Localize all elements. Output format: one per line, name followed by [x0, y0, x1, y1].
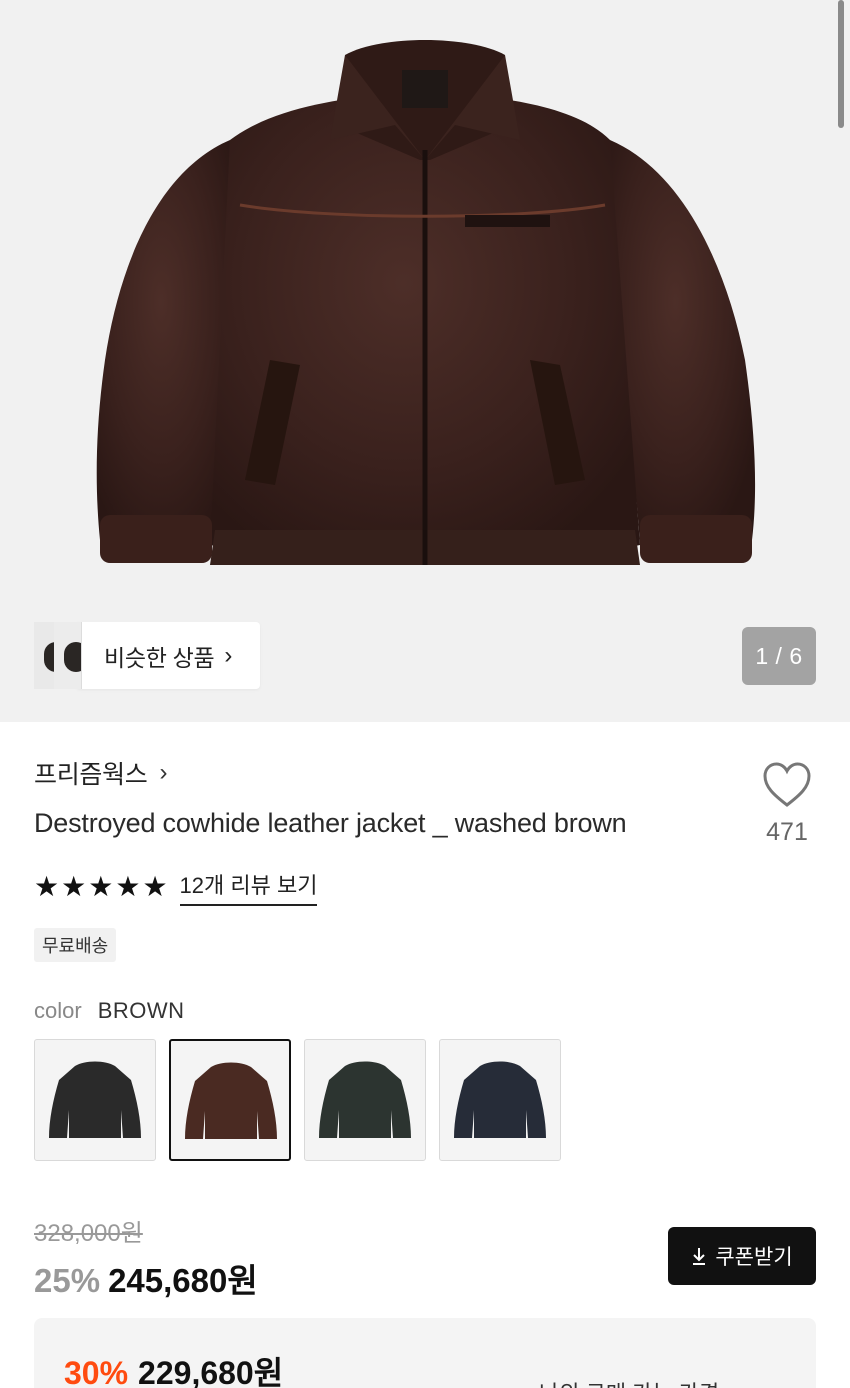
color-swatch-green[interactable]	[304, 1039, 426, 1161]
product-title: Destroyed cowhide leather jacket _ washe…	[34, 808, 627, 838]
image-counter: 1 / 6	[742, 627, 816, 685]
swatch-jacket-image	[319, 1061, 411, 1138]
best-discount-rate: 30%	[64, 1355, 129, 1388]
color-swatches	[34, 1039, 561, 1161]
like-count: 471	[766, 818, 808, 846]
my-price-label: 나의 구매 가능 가격	[539, 1376, 719, 1388]
original-price: 328,000원	[34, 1220, 143, 1247]
star-icon: ★	[61, 871, 87, 902]
similar-thumbnail	[54, 622, 82, 689]
sale-price: 245,680원	[108, 1262, 258, 1299]
color-swatch-navy[interactable]	[439, 1039, 561, 1161]
like-button[interactable]: 471	[755, 762, 819, 847]
swatch-jacket-image	[185, 1062, 277, 1139]
star-icon: ★	[142, 871, 168, 902]
page-scrollbar[interactable]	[838, 0, 844, 128]
discount-rate: 25%	[34, 1262, 101, 1299]
best-price-box: 30% 229,680원 나의 구매 가능 가격 ⌄	[34, 1318, 816, 1388]
color-swatch-brown[interactable]	[169, 1039, 291, 1161]
review-link[interactable]: 12개 리뷰 보기	[179, 868, 318, 906]
star-icon: ★	[88, 871, 114, 902]
color-swatch-black[interactable]	[34, 1039, 156, 1161]
rating-row: ★ ★ ★ ★ ★ 12개 리뷰 보기	[34, 868, 318, 906]
coupon-button[interactable]: 쿠폰받기	[668, 1227, 816, 1285]
free-shipping-badge: 무료배송	[34, 928, 117, 962]
product-image	[96, 40, 756, 565]
heart-icon	[763, 762, 811, 807]
color-option-row: color BROWN	[34, 998, 185, 1024]
download-icon	[693, 1248, 706, 1265]
star-icon: ★	[115, 871, 141, 902]
similar-products-chip[interactable]: 비슷한 상품 ›	[34, 622, 261, 689]
swatch-jacket-image	[49, 1061, 141, 1138]
best-price-row: 30% 229,680원	[64, 1348, 283, 1388]
chevron-right-icon: ›	[224, 641, 233, 669]
similar-thumbnails	[34, 622, 82, 689]
product-gallery[interactable]: 비슷한 상품 › 1 / 6	[0, 0, 850, 722]
color-value: BROWN	[97, 998, 185, 1023]
rating-stars: ★ ★ ★ ★ ★	[34, 873, 168, 901]
color-label: color	[34, 998, 82, 1023]
chevron-down-icon: ⌄	[729, 1379, 747, 1388]
swatch-jacket-image	[454, 1061, 546, 1138]
chevron-right-icon: ›	[159, 759, 168, 786]
my-price-link[interactable]: 나의 구매 가능 가격 ⌄	[539, 1376, 748, 1388]
price-row: 25% 245,680원	[34, 1254, 258, 1302]
brand-link[interactable]: 프리즘웍스 ›	[34, 755, 168, 791]
best-price: 229,680원	[138, 1355, 284, 1388]
brand-name: 프리즘웍스	[34, 761, 148, 789]
similar-products-label: 비슷한 상품	[104, 644, 215, 671]
similar-products-button[interactable]: 비슷한 상품 ›	[76, 622, 261, 689]
coupon-button-label: 쿠폰받기	[715, 1246, 793, 1269]
star-icon: ★	[34, 871, 60, 902]
